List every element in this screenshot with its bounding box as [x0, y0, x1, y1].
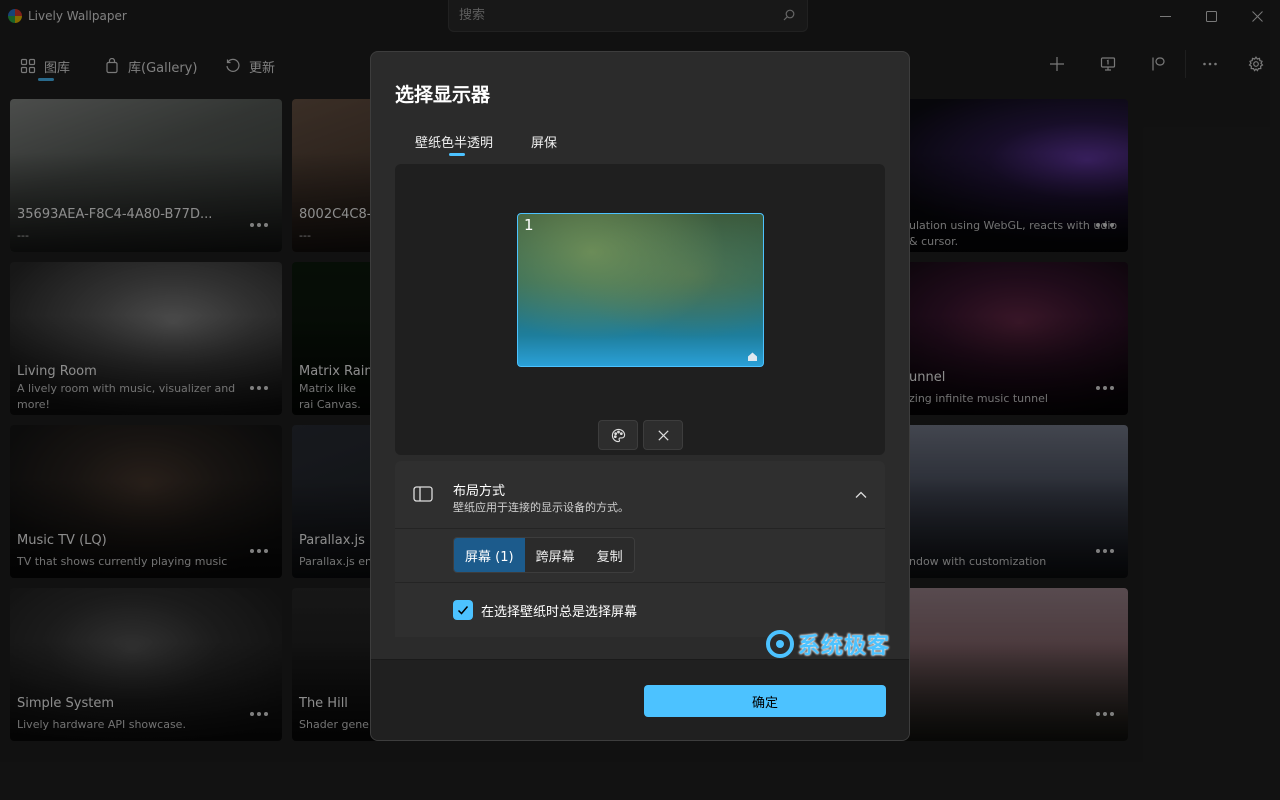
monitor-number: 1 — [524, 216, 534, 234]
checkmark-icon — [457, 606, 469, 615]
checkbox-label[interactable]: 在选择壁纸时总是选择屏幕 — [481, 601, 637, 620]
watermark: 系统极客 — [766, 628, 890, 660]
confirm-button[interactable]: 确定 — [644, 685, 886, 717]
chevron-up-icon[interactable] — [855, 489, 867, 501]
layout-icon — [413, 486, 433, 502]
monitor-preview-area: 1 — [395, 164, 885, 455]
watermark-logo-icon — [766, 630, 794, 658]
tab-wallpaper[interactable]: 壁纸色半透明 — [415, 132, 493, 151]
layout-panel: 布局方式 壁纸应用于连接的显示设备的方式。 屏幕 (1) 跨屏幕 复制 在选择壁… — [395, 461, 885, 637]
monitor-tile[interactable]: 1 — [517, 213, 764, 367]
layout-option-duplicate[interactable]: 复制 — [586, 538, 634, 572]
palette-icon — [611, 428, 625, 442]
home-icon — [748, 352, 757, 361]
layout-option-screen[interactable]: 屏幕 (1) — [454, 538, 525, 572]
layout-segmented-control: 屏幕 (1) 跨屏幕 复制 — [453, 537, 635, 573]
layout-subtitle: 壁纸应用于连接的显示设备的方式。 — [453, 501, 629, 514]
watermark-text: 系统极客 — [798, 634, 891, 659]
layout-title: 布局方式 — [453, 484, 506, 499]
close-icon — [657, 429, 669, 441]
always-select-screen-checkbox[interactable] — [453, 600, 473, 620]
tab-screensaver[interactable]: 屏保 — [531, 132, 557, 151]
dialog-footer: 确定 — [371, 659, 909, 740]
layout-option-span[interactable]: 跨屏幕 — [525, 538, 586, 572]
remove-wallpaper-button[interactable] — [643, 420, 683, 450]
dialog-title: 选择显示器 — [395, 84, 491, 106]
tab-selected-indicator — [449, 153, 465, 156]
layout-divider — [395, 582, 885, 583]
layout-panel-header[interactable]: 布局方式 壁纸应用于连接的显示设备的方式。 — [395, 461, 885, 529]
customize-wallpaper-button[interactable] — [598, 420, 638, 450]
